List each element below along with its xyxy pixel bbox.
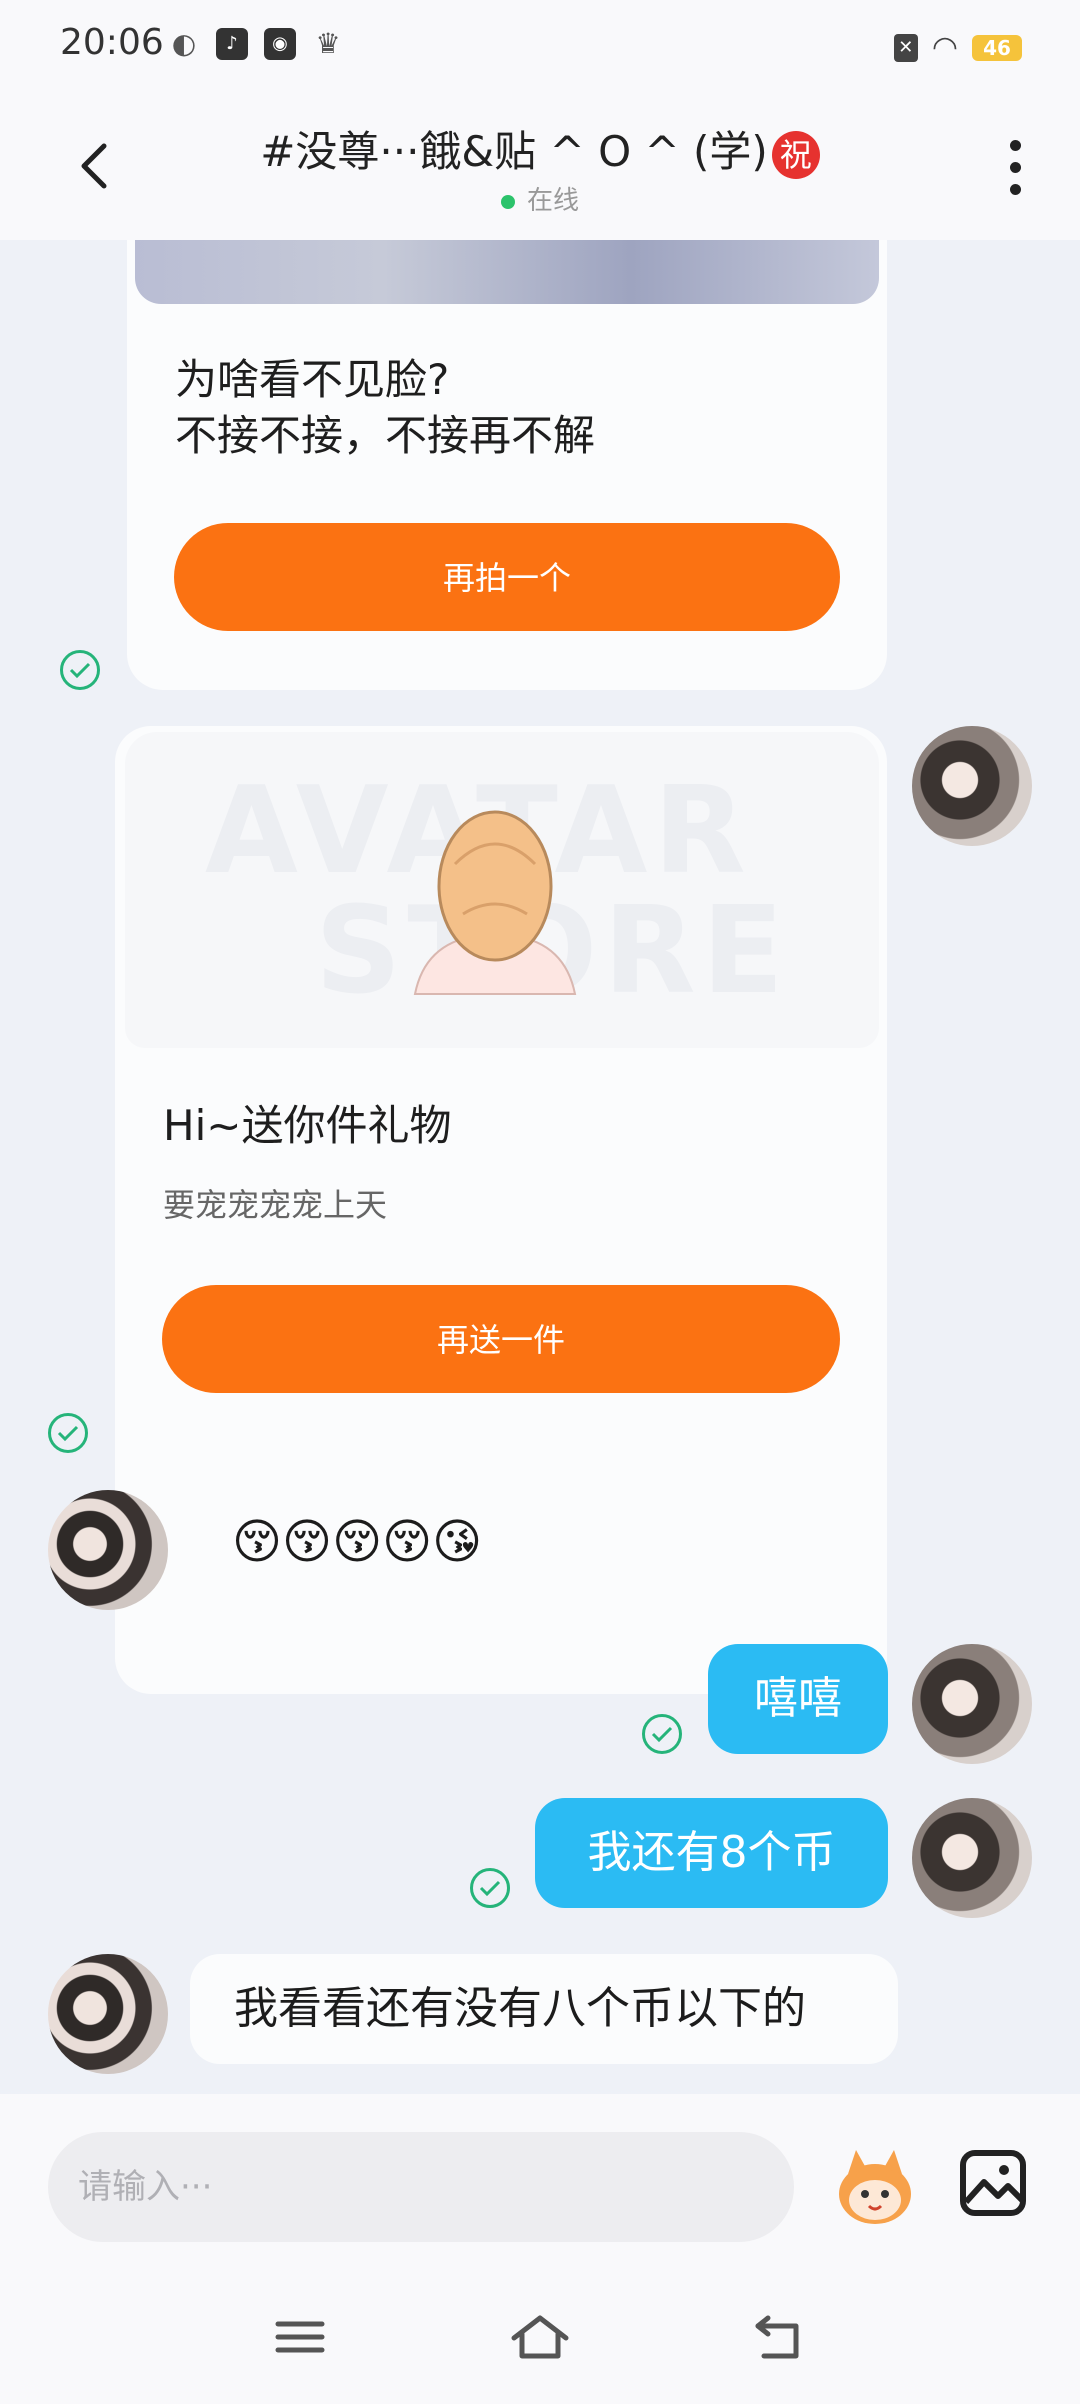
- message-input[interactable]: [48, 2132, 794, 2242]
- gift-title: Hi~送你件礼物: [163, 1101, 452, 1150]
- image-button[interactable]: [958, 2148, 1028, 2218]
- sim-off-icon: ✕: [893, 33, 918, 62]
- chat-header: #没尊···餓&贴 ^ O ^ (学) 祝 在线: [0, 96, 1080, 240]
- my-message[interactable]: 嘻嘻: [708, 1644, 888, 1754]
- back-arrow-icon: [755, 2315, 799, 2359]
- status-system-icons: ✕ ◠ 46: [893, 30, 1022, 65]
- chat-messages[interactable]: 为啥看不见脸? 不接不接，不接再不解 再拍一个 AVATAR STORE Hi~…: [0, 240, 1080, 2094]
- card-text: 为啥看不见脸? 不接不接，不接再不解: [175, 352, 595, 464]
- more-dot-icon: [1010, 162, 1021, 173]
- my-message[interactable]: 我还有8个币: [535, 1798, 888, 1908]
- gift-image: AVATAR STORE: [125, 732, 879, 1048]
- emoji-button[interactable]: [832, 2144, 918, 2230]
- read-check-icon: [470, 1868, 510, 1908]
- read-check-icon: [48, 1413, 88, 1453]
- send-another-gift-button[interactable]: 再送一件: [162, 1285, 840, 1393]
- status-time: 20:06: [60, 22, 164, 63]
- more-dot-icon: [1010, 140, 1021, 151]
- music-icon: ◉: [264, 28, 296, 60]
- card-text-line2: 不接不接，不接再不解: [175, 411, 596, 460]
- system-nav-bar: [0, 2274, 1080, 2404]
- status-app-icons: ◐ ♪ ◉ ♛: [168, 28, 344, 60]
- online-dot-icon: [500, 194, 515, 209]
- card-text-line1: 为啥看不见脸?: [175, 355, 450, 404]
- battery-icon: 46: [972, 34, 1022, 61]
- gift-subtitle: 要宠宠宠宠上天: [163, 1186, 388, 1224]
- card-photo: [135, 240, 879, 304]
- read-check-icon: [60, 650, 100, 690]
- more-options-button[interactable]: [1010, 140, 1022, 206]
- tiktok-icon: ♪: [216, 28, 248, 60]
- menu-button[interactable]: [270, 2312, 330, 2362]
- menu-icon: [275, 2321, 325, 2353]
- wifi-icon: ◠: [931, 30, 958, 65]
- avatar-figure-icon: [413, 810, 577, 995]
- bird-icon: ◐: [171, 27, 197, 60]
- chat-title: #没尊···餓&贴 ^ O ^ (学) 祝: [0, 118, 1080, 179]
- online-status-label: 在线: [526, 186, 579, 216]
- my-avatar[interactable]: [912, 1798, 1032, 1918]
- home-icon: [511, 2315, 569, 2359]
- home-button[interactable]: [510, 2312, 570, 2362]
- back-nav-button[interactable]: [750, 2312, 810, 2362]
- online-status: 在线: [0, 180, 1080, 217]
- contact-avatar[interactable]: [48, 1954, 168, 2074]
- celebration-badge: 祝: [771, 130, 820, 179]
- emoji-message[interactable]: 😚😚😚😚😘: [190, 1488, 574, 1596]
- mascot-emoji-icon: [839, 2150, 911, 2224]
- read-check-icon: [642, 1714, 682, 1754]
- contact-message[interactable]: 我看看还有没有八个币以下的: [190, 1954, 898, 2064]
- input-bar: [0, 2094, 1080, 2274]
- contact-name: #没尊···餓&贴 ^ O ^ (学): [260, 127, 768, 176]
- status-bar: 20:06 ◐ ♪ ◉ ♛ ✕ ◠ 46: [0, 0, 1080, 96]
- retake-photo-button[interactable]: 再拍一个: [174, 523, 840, 631]
- more-dot-icon: [1010, 184, 1021, 195]
- image-icon: [960, 2150, 1026, 2216]
- my-avatar[interactable]: [912, 726, 1032, 846]
- my-avatar[interactable]: [912, 1644, 1032, 1764]
- crown-icon: ♛: [315, 27, 341, 60]
- contact-avatar[interactable]: [48, 1490, 168, 1610]
